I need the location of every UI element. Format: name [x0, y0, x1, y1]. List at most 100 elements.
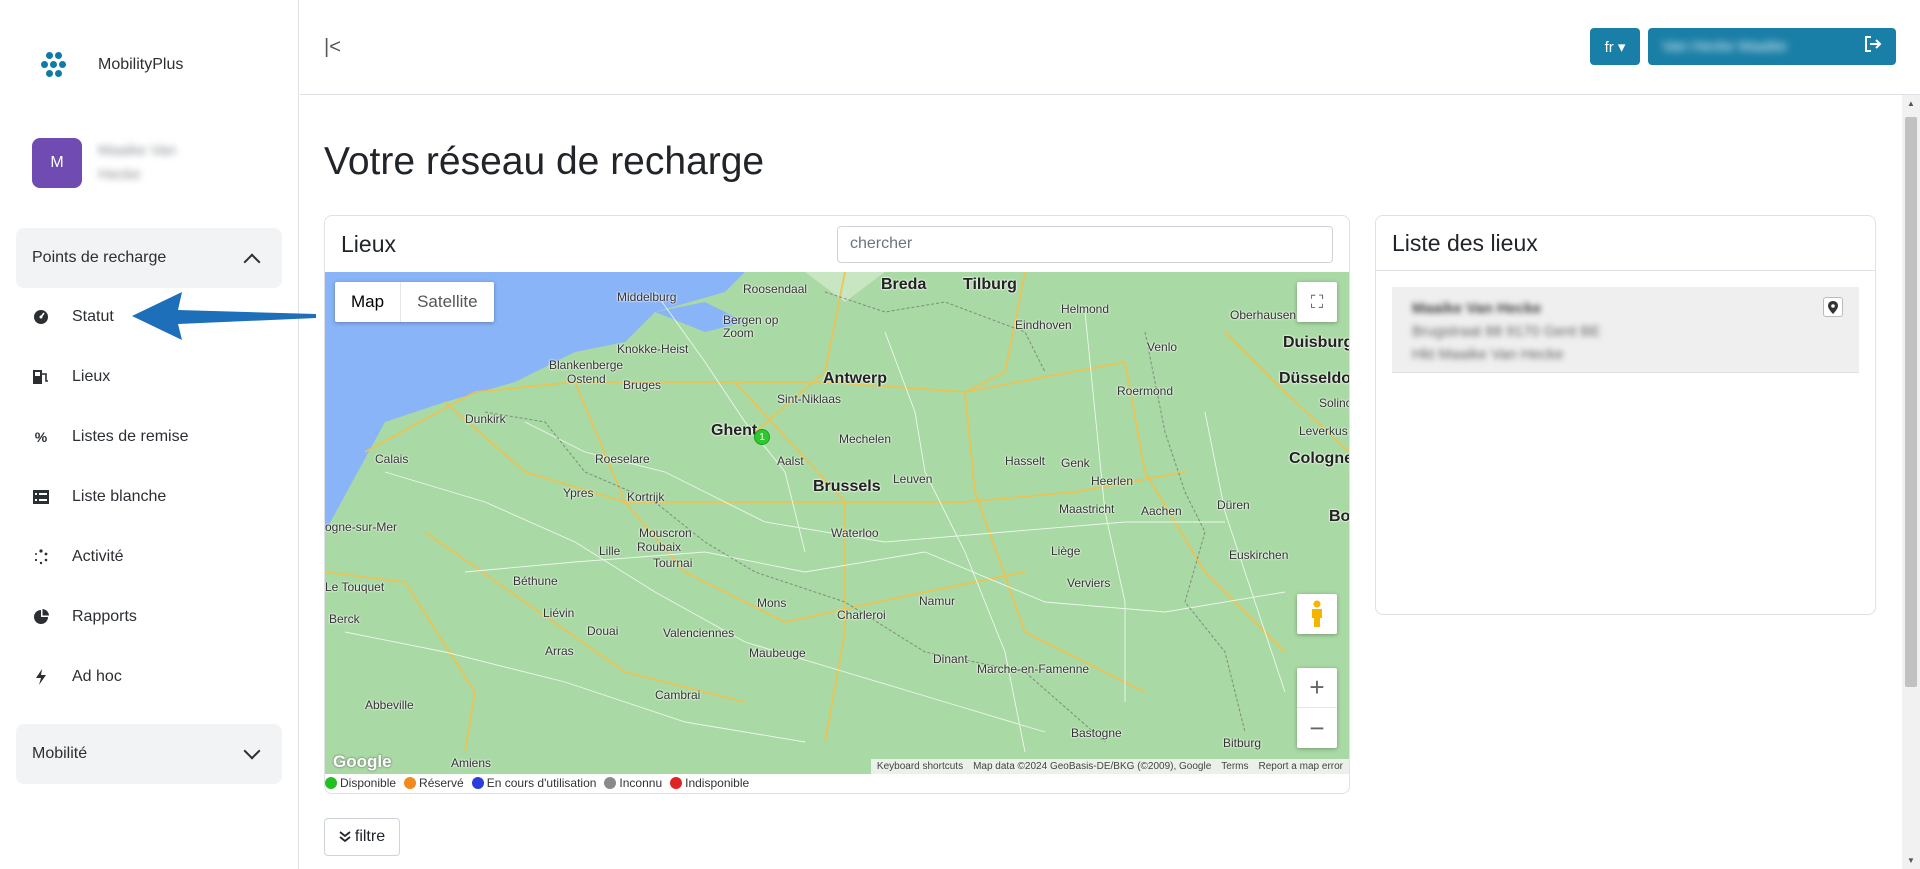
- user-name: Maaike Van Hecke: [98, 142, 177, 183]
- legend-dot: [604, 777, 617, 789]
- legend-label: Inconnu: [619, 776, 663, 790]
- double-chevron-down-icon: [339, 831, 351, 843]
- sidebar-group-mobilite[interactable]: Mobilité: [16, 724, 282, 784]
- city-label: Berck: [329, 612, 360, 626]
- terms-link[interactable]: Terms: [1221, 761, 1248, 772]
- map-marker-cluster[interactable]: 1: [754, 429, 770, 445]
- city-label: Roeselare: [595, 452, 650, 466]
- city-label: Marche-en-Famenne: [977, 662, 1090, 676]
- bolt-icon: [32, 668, 50, 686]
- city-label: Waterloo: [831, 526, 879, 540]
- collapse-sidebar-icon[interactable]: |<: [324, 36, 341, 59]
- city-label: Bo: [1329, 508, 1349, 525]
- topbar: |< fr ▾ Van Hecke Maaike: [300, 0, 1920, 95]
- city-label: Charleroi: [837, 608, 886, 622]
- sidebar-item-activite[interactable]: Activité: [32, 542, 124, 572]
- user-logout-button[interactable]: Van Hecke Maaike: [1648, 28, 1896, 65]
- list-icon: [32, 488, 50, 506]
- city-label: Roubaix: [637, 540, 682, 554]
- city-label: Cambrai: [655, 688, 701, 702]
- city-label: Valenciennes: [663, 626, 735, 640]
- city-label: Tilburg: [963, 276, 1017, 293]
- sidebar: MobilityPlus M Maaike Van Hecke Points d…: [0, 0, 299, 869]
- city-label: Middelburg: [617, 290, 677, 304]
- scroll-up-icon[interactable]: ▲: [1907, 99, 1915, 108]
- map-type-satellite-button[interactable]: Satellite: [401, 282, 493, 322]
- brand-logo-icon: [40, 50, 74, 80]
- city-label: Liévin: [543, 606, 575, 620]
- city-label: Calais: [375, 452, 409, 466]
- legend-dot: [325, 777, 337, 789]
- legend-label: Disponible: [340, 776, 397, 790]
- city-label: Leverkus: [1299, 424, 1348, 438]
- sidebar-item-listes-de-remise[interactable]: % Listes de remise: [32, 422, 189, 452]
- city-label: Douai: [587, 624, 619, 638]
- location-address: Brugstraat 88 9170 Gent BE: [1412, 323, 1601, 340]
- city-label: Béthune: [513, 574, 558, 588]
- city-label: Ghent: [711, 422, 758, 439]
- city-label: Dinant: [933, 652, 968, 666]
- zoom-out-button[interactable]: −: [1297, 708, 1337, 748]
- sidebar-item-rapports[interactable]: Rapports: [32, 602, 137, 632]
- sidebar-item-ad-hoc[interactable]: Ad hoc: [32, 662, 122, 692]
- map-pin-icon: [1828, 300, 1838, 314]
- keyboard-shortcuts-link[interactable]: Keyboard shortcuts: [877, 761, 963, 772]
- list-item[interactable]: Maaike Van Hecke Brugstraat 88 9170 Gent…: [1392, 287, 1859, 373]
- user-profile[interactable]: M Maaike Van Hecke: [32, 138, 208, 188]
- sidebar-item-liste-blanche[interactable]: Liste blanche: [32, 482, 166, 512]
- report-error-link[interactable]: Report a map error: [1259, 761, 1343, 772]
- logout-icon: [1864, 36, 1882, 57]
- city-label: Dunkirk: [465, 412, 506, 426]
- page-scrollbar[interactable]: ▲ ▼: [1902, 95, 1920, 869]
- city-label: Düsseldorf: [1279, 370, 1349, 387]
- zoom-in-button[interactable]: +: [1297, 668, 1337, 708]
- city-label: Roosendaal: [743, 282, 808, 296]
- city-label: Euskirchen: [1229, 548, 1289, 562]
- chevron-up-icon: [243, 253, 261, 271]
- city-label: Namur: [919, 594, 956, 608]
- search-input[interactable]: [837, 225, 1333, 263]
- city-label: Duisburg: [1283, 334, 1349, 351]
- legend-item: Inconnu: [604, 776, 662, 790]
- sidebar-item-label: Ad hoc: [72, 668, 122, 685]
- location-owner: Hkt Maaike Van Hecke: [1412, 346, 1564, 363]
- city-label: Verviers: [1067, 576, 1111, 590]
- city-label: Knokke-Heist: [617, 342, 689, 356]
- locate-on-map-button[interactable]: [1823, 297, 1843, 317]
- map-card-header: Lieux: [325, 216, 1349, 272]
- legend-label: En cours d'utilisation: [486, 776, 597, 790]
- sidebar-item-statut[interactable]: Statut: [32, 302, 114, 332]
- city-label: Amiens: [451, 756, 492, 770]
- city-label: Ostend: [567, 372, 606, 386]
- map[interactable]: Middelburg Roosendaal Breda Tilburg Helm…: [325, 272, 1349, 774]
- city-label: Düren: [1217, 498, 1250, 512]
- city-label: Eindhoven: [1015, 318, 1072, 332]
- charging-station-icon: [32, 368, 50, 386]
- filter-button[interactable]: filtre: [324, 818, 400, 856]
- locations-map-card: Lieux chercher Middelburg Roosendaal Bre…: [324, 215, 1350, 794]
- status-legend: Disponible Réservé En cours d'utilisatio…: [325, 776, 749, 790]
- fullscreen-button[interactable]: ⛶: [1297, 282, 1337, 322]
- city-label: Mons: [757, 596, 787, 610]
- sidebar-item-lieux[interactable]: Lieux: [32, 362, 110, 392]
- city-label: Sint-Niklaas: [777, 392, 842, 406]
- legend-item: Réservé: [404, 776, 464, 790]
- map-type-map-button[interactable]: Map: [335, 282, 402, 322]
- street-view-button[interactable]: [1297, 594, 1337, 634]
- brand[interactable]: MobilityPlus: [40, 50, 183, 80]
- city-label: Maastricht: [1059, 502, 1115, 516]
- percent-icon: %: [34, 429, 48, 445]
- locations-list-card: Liste des lieux Maaike Van Hecke Brugstr…: [1375, 215, 1876, 615]
- city-label: Oberhausen: [1230, 308, 1297, 322]
- map-card-title: Lieux: [341, 230, 396, 257]
- scrollbar-thumb[interactable]: [1905, 117, 1917, 687]
- city-label: Antwerp: [823, 370, 887, 387]
- sidebar-item-label: Activité: [72, 548, 124, 565]
- city-label: Maubeuge: [749, 646, 806, 660]
- pegman-icon: [1312, 600, 1322, 627]
- sidebar-group-points-de-recharge[interactable]: Points de recharge: [16, 228, 282, 288]
- scroll-down-icon[interactable]: ▼: [1907, 856, 1915, 865]
- city-label: Blankenberge: [549, 358, 624, 372]
- city-label: Helmond: [1061, 302, 1110, 316]
- language-dropdown-button[interactable]: fr ▾: [1590, 28, 1640, 65]
